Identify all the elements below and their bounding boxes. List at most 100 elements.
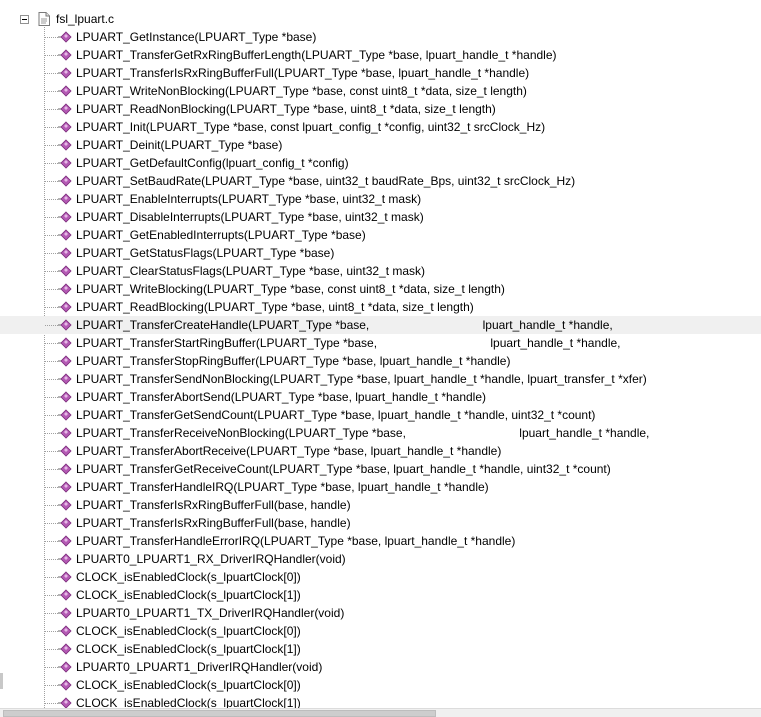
- tree-item-label: LPUART_GetEnabledInterrupts(LPUART_Type …: [76, 228, 366, 242]
- function-icon: [58, 139, 72, 151]
- tree-item-label: LPUART_EnableInterrupts(LPUART_Type *bas…: [76, 192, 422, 206]
- tree-root-fsl-lpuart-c[interactable]: fsl_lpuart.c: [0, 10, 761, 28]
- tree-item[interactable]: LPUART_TransferCreateHandle(LPUART_Type …: [0, 316, 761, 334]
- function-icon: [58, 49, 72, 61]
- function-icon: [58, 607, 72, 619]
- tree-item-label: LPUART_TransferAbortReceive(LPUART_Type …: [76, 444, 502, 458]
- tree-connector: [45, 163, 58, 164]
- function-icon: [58, 319, 72, 331]
- tree-item-label: LPUART_DisableInterrupts(LPUART_Type *ba…: [76, 210, 424, 224]
- tree-connector: [45, 181, 58, 182]
- function-icon: [58, 337, 72, 349]
- tree-item[interactable]: LPUART_GetEnabledInterrupts(LPUART_Type …: [0, 226, 761, 244]
- tree-connector: [45, 127, 58, 128]
- tree-item[interactable]: LPUART_TransferIsRxRingBufferFull(LPUART…: [0, 64, 761, 82]
- tree-connector: [45, 649, 58, 650]
- tree-item[interactable]: LPUART_ReadNonBlocking(LPUART_Type *base…: [0, 100, 761, 118]
- horizontal-scrollbar[interactable]: [0, 708, 761, 717]
- function-icon: [58, 193, 72, 205]
- tree-item[interactable]: LPUART_TransferGetSendCount(LPUART_Type …: [0, 406, 761, 424]
- tree-item[interactable]: LPUART_TransferReceiveNonBlocking(LPUART…: [0, 424, 761, 442]
- tree-item[interactable]: LPUART_TransferAbortReceive(LPUART_Type …: [0, 442, 761, 460]
- tree-item-label: CLOCK_isEnabledClock(s_lpuartClock[0]): [76, 624, 301, 638]
- function-icon: [58, 409, 72, 421]
- tree-item-label: LPUART_TransferCreateHandle(LPUART_Type …: [76, 318, 613, 332]
- tree-item[interactable]: LPUART_TransferAbortSend(LPUART_Type *ba…: [0, 388, 761, 406]
- scrollbar-thumb[interactable]: [3, 710, 436, 717]
- tree-item[interactable]: CLOCK_isEnabledClock(s_lpuartClock[0]): [0, 568, 761, 586]
- tree-connector: [45, 415, 58, 416]
- function-icon: [58, 175, 72, 187]
- function-icon: [58, 625, 72, 637]
- tree-connector: [45, 91, 58, 92]
- tree-item[interactable]: CLOCK_isEnabledClock(s_lpuartClock[1]): [0, 640, 761, 658]
- tree-item-label: LPUART_GetInstance(LPUART_Type *base): [76, 30, 317, 44]
- tree-item-label: LPUART_TransferHandleErrorIRQ(LPUART_Typ…: [76, 534, 516, 548]
- tree-item[interactable]: LPUART_TransferStopRingBuffer(LPUART_Typ…: [0, 352, 761, 370]
- tree-item[interactable]: LPUART_Deinit(LPUART_Type *base): [0, 136, 761, 154]
- tree-item[interactable]: CLOCK_isEnabledClock(s_lpuartClock[0]): [0, 622, 761, 640]
- tree-item[interactable]: LPUART_TransferGetRxRingBufferLength(LPU…: [0, 46, 761, 64]
- tree-item[interactable]: LPUART_EnableInterrupts(LPUART_Type *bas…: [0, 190, 761, 208]
- function-icon: [58, 373, 72, 385]
- tree-item[interactable]: LPUART_GetStatusFlags(LPUART_Type *base): [0, 244, 761, 262]
- function-icon: [58, 229, 72, 241]
- tree-item[interactable]: LPUART_TransferIsRxRingBufferFull(base, …: [0, 514, 761, 532]
- tree-connector: [45, 37, 58, 38]
- tree-item-label: LPUART0_LPUART1_RX_DriverIRQHandler(void…: [76, 552, 346, 566]
- tree-item[interactable]: LPUART_TransferHandleErrorIRQ(LPUART_Typ…: [0, 532, 761, 550]
- tree-item-label: LPUART_TransferGetRxRingBufferLength(LPU…: [76, 48, 557, 62]
- tree-item-label: LPUART0_LPUART1_TX_DriverIRQHandler(void…: [76, 606, 345, 620]
- tree-item[interactable]: LPUART0_LPUART1_RX_DriverIRQHandler(void…: [0, 550, 761, 568]
- tree-connector: [45, 73, 58, 74]
- function-icon: [58, 481, 72, 493]
- tree-connector: [45, 469, 58, 470]
- tree-item[interactable]: LPUART_TransferStartRingBuffer(LPUART_Ty…: [0, 334, 761, 352]
- tree-connector: [45, 631, 58, 632]
- tree-item[interactable]: LPUART_Init(LPUART_Type *base, const lpu…: [0, 118, 761, 136]
- tree-item[interactable]: CLOCK_isEnabledClock(s_lpuartClock[0]): [0, 676, 761, 694]
- function-icon: [58, 121, 72, 133]
- tree-connector: [45, 451, 58, 452]
- function-icon: [58, 391, 72, 403]
- function-icon: [58, 283, 72, 295]
- tree-item[interactable]: LPUART_TransferIsRxRingBufferFull(base, …: [0, 496, 761, 514]
- tree-connector: [45, 55, 58, 56]
- tree-item[interactable]: LPUART_TransferHandleIRQ(LPUART_Type *ba…: [0, 478, 761, 496]
- tree-item-label: LPUART_TransferStopRingBuffer(LPUART_Typ…: [76, 354, 511, 368]
- tree-connector: [45, 487, 58, 488]
- function-icon: [58, 661, 72, 673]
- tree-item-label: LPUART_TransferHandleIRQ(LPUART_Type *ba…: [76, 480, 489, 494]
- function-icon: [58, 355, 72, 367]
- function-icon: [58, 517, 72, 529]
- function-icon: [58, 589, 72, 601]
- tree-item[interactable]: LPUART_TransferGetReceiveCount(LPUART_Ty…: [0, 460, 761, 478]
- tree-connector: [45, 217, 58, 218]
- tree-item[interactable]: LPUART_TransferSendNonBlocking(LPUART_Ty…: [0, 370, 761, 388]
- tree-item[interactable]: LPUART_ReadBlocking(LPUART_Type *base, u…: [0, 298, 761, 316]
- tree-item-label: LPUART_TransferReceiveNonBlocking(LPUART…: [76, 426, 650, 440]
- tree-item[interactable]: LPUART_SetBaudRate(LPUART_Type *base, ui…: [0, 172, 761, 190]
- collapse-icon[interactable]: [20, 15, 29, 24]
- tree-item[interactable]: LPUART0_LPUART1_TX_DriverIRQHandler(void…: [0, 604, 761, 622]
- tree-item[interactable]: LPUART_DisableInterrupts(LPUART_Type *ba…: [0, 208, 761, 226]
- tree-item[interactable]: LPUART_WriteBlocking(LPUART_Type *base, …: [0, 280, 761, 298]
- tree-item[interactable]: LPUART_WriteNonBlocking(LPUART_Type *bas…: [0, 82, 761, 100]
- tree-item[interactable]: LPUART_GetDefaultConfig(lpuart_config_t …: [0, 154, 761, 172]
- function-icon: [58, 265, 72, 277]
- tree-connector: [45, 325, 58, 326]
- resize-handle[interactable]: [0, 673, 3, 689]
- tree-connector: [45, 253, 58, 254]
- tree-item[interactable]: LPUART_ClearStatusFlags(LPUART_Type *bas…: [0, 262, 761, 280]
- tree-item[interactable]: LPUART0_LPUART1_DriverIRQHandler(void): [0, 658, 761, 676]
- tree-connector: [45, 703, 58, 704]
- tree-item-label: CLOCK_isEnabledClock(s_lpuartClock[1]): [76, 588, 301, 602]
- tree-item-label: LPUART_TransferAbortSend(LPUART_Type *ba…: [76, 390, 487, 404]
- function-icon: [58, 643, 72, 655]
- tree-item-label: LPUART_TransferGetReceiveCount(LPUART_Ty…: [76, 462, 611, 476]
- tree-item-label: LPUART_ReadBlocking(LPUART_Type *base, u…: [76, 300, 474, 314]
- tree-item-label: LPUART_WriteBlocking(LPUART_Type *base, …: [76, 282, 505, 296]
- tree-item[interactable]: CLOCK_isEnabledClock(s_lpuartClock[1]): [0, 586, 761, 604]
- tree-item[interactable]: LPUART_GetInstance(LPUART_Type *base): [0, 28, 761, 46]
- tree-connector: [45, 361, 58, 362]
